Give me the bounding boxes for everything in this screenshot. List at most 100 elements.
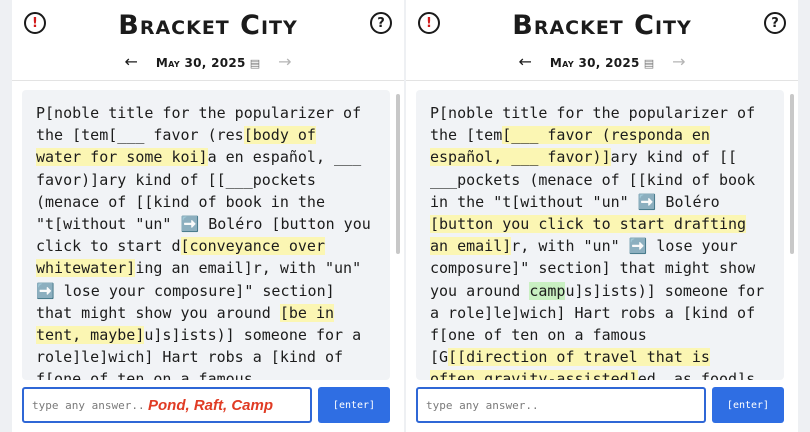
header-divider: [12, 80, 404, 81]
active-clue[interactable]: [conveyance over: [180, 237, 325, 256]
puzzle-line: P[noble title for the popularizer of: [430, 102, 778, 124]
active-clue[interactable]: [button you click to start drafting: [430, 215, 747, 234]
puzzle-line: f[one of ten on a famous: [36, 368, 384, 380]
puzzle-segment: r, with "un": [511, 237, 629, 256]
puzzle-segment: u]s]ists)] someone for a: [144, 326, 362, 345]
scrollbar-thumb[interactable]: [790, 94, 794, 254]
arrow-right-emoji-icon: ➡️: [180, 215, 200, 234]
puzzle-text: P[noble title for the popularizer of the …: [22, 90, 390, 380]
active-clue[interactable]: whitewater]: [36, 259, 136, 278]
answer-input[interactable]: [24, 397, 144, 413]
puzzle-line: ➡️ lose your composure]" section]: [36, 280, 384, 302]
puzzle-segment: ing an email]r, with "un": [135, 259, 362, 278]
puzzle-segment: role]le]wich] Hart robs a [kind of: [36, 348, 344, 367]
puzzle-line: español, ___ favor)]ary kind of [[: [430, 146, 778, 168]
puzzle-segment: a role]le]wich] Hart robs a [kind of: [430, 303, 756, 322]
game-panel-right: ! ? Bracket City ← May 30, 2025 ▤ → P[nob…: [406, 0, 798, 432]
puzzle-segment: u]s]ists)] someone for: [565, 281, 765, 300]
puzzle-line: click to start d[conveyance over: [36, 235, 384, 257]
answer-field[interactable]: [416, 387, 706, 423]
puzzle-segment: ___pockets (menace of [[kind of book: [430, 170, 756, 189]
puzzle-segment: a en español, ___: [207, 148, 362, 167]
active-clue[interactable]: tent, maybe]: [36, 326, 145, 345]
game-panel-left: ! ? Bracket City ← May 30, 2025 ▤ → P[nob…: [12, 0, 404, 432]
puzzle-line: water for some koi]a en español, ___: [36, 146, 384, 168]
arrow-left-icon[interactable]: ←: [125, 53, 138, 70]
puzzle-segment: the [tem: [430, 126, 503, 145]
puzzle-line: favor)]ary kind of [[___pockets: [36, 169, 384, 191]
puzzle-line: (menace of [[kind of book in the: [36, 191, 384, 213]
active-clue[interactable]: español, ___ favor)]: [430, 148, 611, 167]
puzzle-line: whitewater]ing an email]r, with "un": [36, 257, 384, 279]
answer-field[interactable]: Pond, Raft, Camp: [22, 387, 312, 423]
arrow-left-icon[interactable]: ←: [519, 53, 532, 70]
puzzle-date[interactable]: May 30, 2025: [550, 56, 640, 70]
active-clue[interactable]: [body of: [243, 126, 316, 145]
puzzle-line: that might show you around [be in: [36, 302, 384, 324]
puzzle-segment: that might show you around: [36, 303, 280, 322]
puzzle-line: you around campu]s]ists)] someone for: [430, 280, 778, 302]
puzzle-line: a role]le]wich] Hart robs a [kind of: [430, 302, 778, 324]
puzzle-line: in the "t[without "un" ➡️ Boléro: [430, 191, 778, 213]
puzzle-segment: lose your composure]" section]: [54, 281, 335, 300]
puzzle-segment: favor)]ary kind of [[___pockets: [36, 170, 316, 189]
arrow-right-icon: →: [278, 51, 292, 71]
enter-button[interactable]: [enter]: [712, 387, 784, 423]
puzzle-text-area[interactable]: P[noble title for the popularizer of the …: [416, 90, 784, 380]
puzzle-segment: the [tem[: [36, 126, 118, 145]
puzzle-segment: (menace of [[kind of book in the: [36, 192, 325, 211]
puzzle-line: [G[[direction of travel that is: [430, 346, 778, 368]
puzzle-segment: composure]" section] that might show: [430, 259, 756, 278]
puzzle-segment: ary kind of [[: [610, 148, 738, 167]
puzzle-segment: [G: [430, 348, 449, 367]
active-clue[interactable]: an email]: [430, 237, 512, 256]
header-divider: [406, 80, 798, 81]
arrow-right-icon: →: [672, 51, 686, 71]
puzzle-segment: you around: [430, 281, 530, 300]
puzzle-segment: ___ favor (res: [117, 126, 244, 145]
arrow-right-emoji-icon: ➡️: [36, 281, 55, 300]
puzzle-segment: ed, as food]s: [637, 370, 756, 380]
puzzle-text: P[noble title for the popularizer of the …: [416, 90, 784, 380]
app-title: Bracket City: [512, 10, 692, 41]
scrollbar-thumb[interactable]: [396, 94, 400, 254]
puzzle-segment: f[one of ten on a famous: [430, 326, 647, 345]
active-clue[interactable]: [be in: [279, 303, 335, 322]
solved-answer: camp: [529, 281, 566, 300]
puzzle-line: role]le]wich] Hart robs a [kind of: [36, 346, 384, 368]
date-nav: ← May 30, 2025 ▤ →: [12, 52, 404, 71]
puzzle-line: the [tem[___ favor (responda en: [430, 124, 778, 146]
calendar-icon[interactable]: ▤: [644, 57, 654, 70]
answer-input[interactable]: [418, 397, 538, 413]
active-clue[interactable]: [[direction of travel that is: [448, 348, 710, 367]
enter-button[interactable]: [enter]: [318, 387, 390, 423]
puzzle-segment: Boléro [button you: [199, 215, 371, 234]
arrow-right-emoji-icon: ➡️: [637, 192, 657, 211]
puzzle-segment: P[noble title for the popularizer of: [430, 104, 756, 122]
puzzle-segment: P[noble title for the popularizer of: [36, 104, 362, 122]
puzzle-line: [button you click to start drafting: [430, 213, 778, 235]
annotation-note: Pond, Raft, Camp: [148, 396, 274, 414]
active-clue[interactable]: [___ favor (responda en: [502, 126, 710, 145]
puzzle-segment: in the "t[without "un": [430, 192, 638, 211]
puzzle-line: f[one of ten on a famous: [430, 324, 778, 346]
puzzle-date[interactable]: May 30, 2025: [156, 56, 246, 70]
puzzle-segment: lose your: [647, 237, 738, 256]
puzzle-line: an email]r, with "un" ➡️ lose your: [430, 235, 778, 257]
puzzle-line: composure]" section] that might show: [430, 257, 778, 279]
puzzle-segment: Boléro: [656, 192, 720, 211]
active-clue[interactable]: often gravity-assisted]: [430, 370, 638, 380]
app-title: Bracket City: [118, 10, 298, 41]
puzzle-line: the [tem[___ favor (res[body of: [36, 124, 384, 146]
scrollbar[interactable]: [394, 90, 400, 380]
calendar-icon[interactable]: ▤: [250, 57, 260, 70]
puzzle-segment: "t[without "un": [36, 215, 181, 234]
arrow-right-emoji-icon: ➡️: [628, 237, 648, 256]
date-nav: ← May 30, 2025 ▤ →: [406, 52, 798, 71]
puzzle-line: ___pockets (menace of [[kind of book: [430, 169, 778, 191]
puzzle-text-area[interactable]: P[noble title for the popularizer of the …: [22, 90, 390, 380]
scrollbar[interactable]: [788, 90, 794, 380]
puzzle-segment: click to start d: [36, 237, 181, 256]
active-clue[interactable]: water for some koi]: [36, 148, 208, 167]
puzzle-line: often gravity-assisted]ed, as food]s: [430, 368, 778, 380]
